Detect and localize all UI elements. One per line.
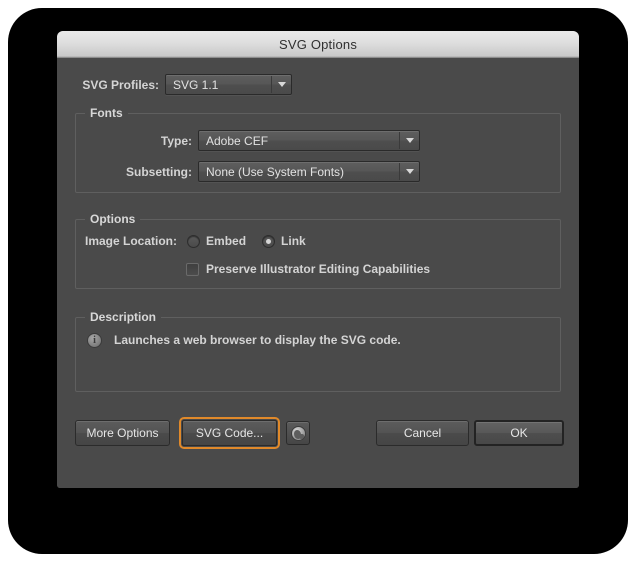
svg-profiles-row: SVG Profiles: SVG 1.1 <box>75 74 545 95</box>
radio-link-indicator <box>262 234 276 248</box>
fonts-group: Fonts Type: Adobe CEF Subsetting: None (… <box>75 106 561 193</box>
ok-button[interactable]: OK <box>474 420 564 446</box>
description-group: Description i Launches a web browser to … <box>75 310 561 392</box>
svg-code-button[interactable]: SVG Code... <box>179 417 280 449</box>
dialog-titlebar: SVG Options <box>57 31 579 58</box>
checkbox-indicator <box>186 262 199 276</box>
font-type-row: Type: Adobe CEF <box>76 130 536 151</box>
radio-embed-label: Embed <box>206 234 247 248</box>
radio-link-label: Link <box>281 234 306 248</box>
fonts-group-title: Fonts <box>85 106 128 120</box>
chevron-down-icon <box>400 131 419 150</box>
svg-profiles-value: SVG 1.1 <box>173 77 219 92</box>
description-content: i Launches a web browser to display the … <box>87 333 537 348</box>
svg-profiles-label: SVG Profiles: <box>82 77 159 92</box>
font-subsetting-row: Subsetting: None (Use System Fonts) <box>76 161 536 182</box>
cancel-button[interactable]: Cancel <box>376 420 469 446</box>
globe-icon <box>290 425 306 441</box>
preserve-illustrator-editing-checkbox[interactable]: Preserve Illustrator Editing Capabilitie… <box>186 262 430 276</box>
font-subsetting-label: Subsetting: <box>126 164 192 179</box>
chevron-down-icon <box>400 162 419 181</box>
web-preview-button[interactable] <box>286 421 310 445</box>
image-location-row: Image Location: Embed Link <box>85 234 306 248</box>
radio-embed[interactable]: Embed <box>187 234 246 248</box>
image-location-label: Image Location: <box>85 234 178 248</box>
svg-profiles-select[interactable]: SVG 1.1 <box>165 74 292 95</box>
font-type-label: Type: <box>160 133 192 148</box>
more-options-button[interactable]: More Options <box>75 420 170 446</box>
font-subsetting-select[interactable]: None (Use System Fonts) <box>198 161 420 182</box>
description-group-title: Description <box>85 310 162 324</box>
font-subsetting-value: None (Use System Fonts) <box>206 164 345 179</box>
radio-embed-indicator <box>187 234 201 248</box>
screen: SVG Options SVG Profiles: SVG 1.1 Fonts … <box>0 0 636 562</box>
dialog-body: SVG Profiles: SVG 1.1 Fonts Type: Adobe … <box>57 58 579 488</box>
chevron-down-icon <box>272 75 291 94</box>
options-group-title: Options <box>85 212 141 226</box>
dialog-title: SVG Options <box>278 36 358 52</box>
svg-options-dialog: SVG Options SVG Profiles: SVG 1.1 Fonts … <box>57 31 579 488</box>
preserve-illustrator-editing-label: Preserve Illustrator Editing Capabilitie… <box>206 262 431 276</box>
options-group: Options Image Location: Embed Link Prese… <box>75 212 561 289</box>
font-type-select[interactable]: Adobe CEF <box>198 130 420 151</box>
font-type-value: Adobe CEF <box>206 133 269 148</box>
info-icon: i <box>87 333 102 348</box>
description-text: Launches a web browser to display the SV… <box>114 333 401 347</box>
radio-link[interactable]: Link <box>262 234 306 248</box>
